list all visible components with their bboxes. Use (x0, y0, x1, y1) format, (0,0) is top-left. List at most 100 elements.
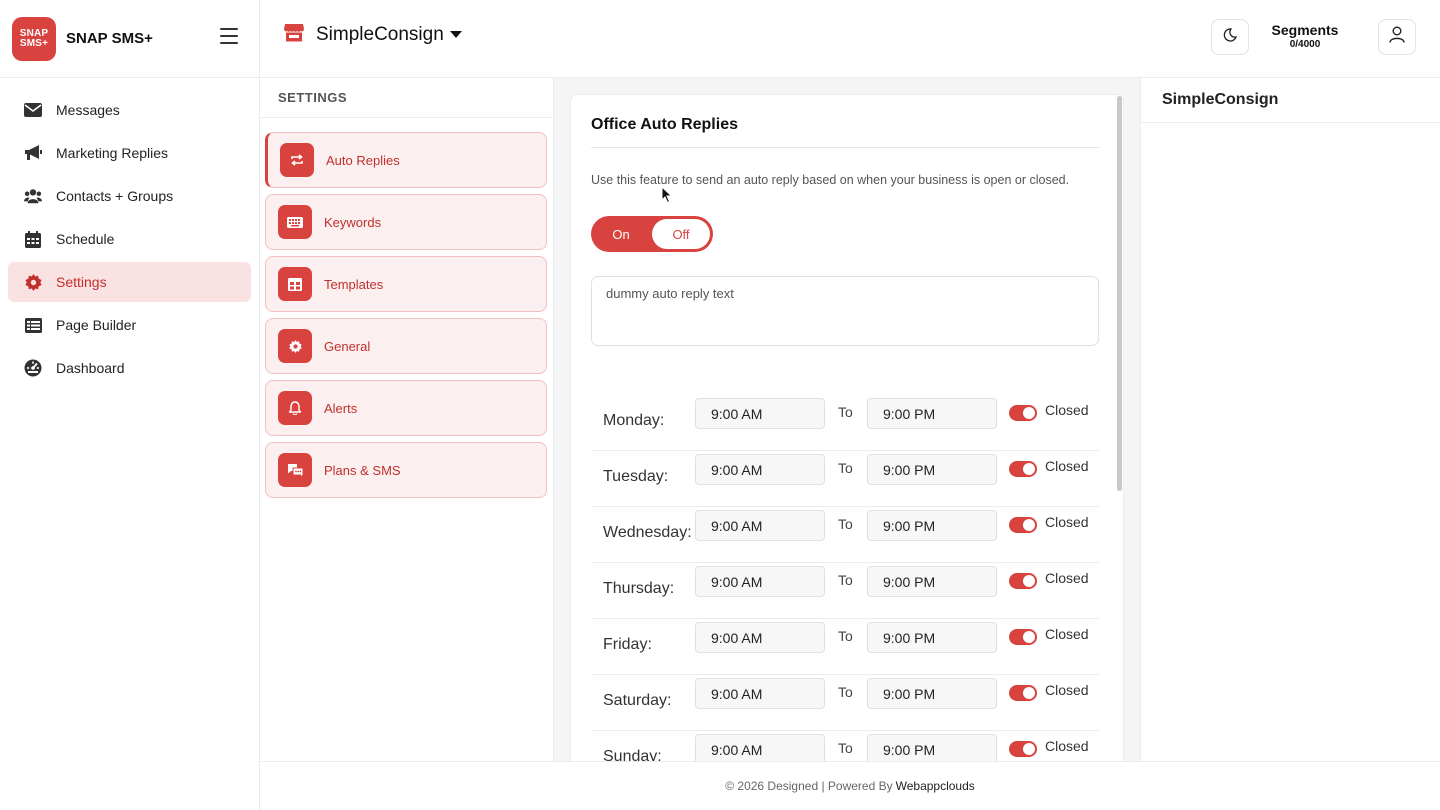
closed-label: Closed (1045, 514, 1089, 530)
repeat-icon (280, 143, 314, 177)
users-icon (24, 187, 42, 205)
sidebar-item-messages[interactable]: Messages (8, 90, 251, 130)
sidebar-item-contacts-groups[interactable]: Contacts + Groups (8, 176, 251, 216)
chat-icon (278, 453, 312, 487)
caret-down-icon (449, 31, 462, 38)
top-bar: SimpleConsign Segments 0/4000 (260, 0, 1440, 78)
sidebar-item-label: Settings (56, 274, 107, 290)
closed-switch[interactable] (1009, 517, 1037, 533)
close-time-input[interactable] (867, 454, 997, 485)
footer: © 2026 Designed | Powered By Webappcloud… (260, 761, 1440, 810)
to-label: To (838, 572, 853, 588)
open-time-input[interactable] (695, 734, 825, 761)
settings-item-plans-sms[interactable]: Plans & SMS (265, 442, 547, 498)
sidebar-item-marketing-replies[interactable]: Marketing Replies (8, 133, 251, 173)
close-time-input[interactable] (867, 398, 997, 429)
theme-toggle-button[interactable] (1211, 19, 1249, 55)
auto-reply-toggle[interactable]: On Off (591, 216, 713, 252)
menu-toggle-icon[interactable] (220, 28, 238, 44)
toggle-off-option[interactable]: Off (652, 219, 710, 249)
auto-reply-text-input[interactable]: dummy auto reply text (591, 276, 1099, 346)
closed-label: Closed (1045, 402, 1089, 418)
open-time-input[interactable] (695, 398, 825, 429)
sidebar-item-label: Schedule (56, 231, 115, 247)
settings-item-alerts[interactable]: Alerts (265, 380, 547, 436)
settings-list: Auto Replies Keywords Templates General … (260, 118, 553, 498)
user-menu-button[interactable] (1378, 19, 1416, 55)
open-time-input[interactable] (695, 622, 825, 653)
day-label: Thursday: (603, 580, 675, 597)
to-label: To (838, 516, 853, 532)
sidebar-nav: Messages Marketing Replies Contacts + Gr… (0, 78, 259, 388)
sidebar-item-label: Page Builder (56, 317, 137, 333)
day-label: Saturday: (603, 692, 672, 709)
card-description: Use this feature to send an auto reply b… (591, 173, 1070, 187)
to-label: To (838, 404, 853, 420)
day-row-tuesday: Tuesday: To Closed (591, 451, 1099, 507)
settings-heading: SETTINGS (260, 78, 553, 118)
sidebar-item-dashboard[interactable]: Dashboard (8, 348, 251, 388)
open-time-input[interactable] (695, 678, 825, 709)
day-label: Monday: (603, 412, 665, 429)
brand-name: SNAP SMS+ (66, 30, 153, 47)
calendar-icon (24, 230, 42, 248)
settings-item-label: Plans & SMS (324, 462, 401, 478)
settings-item-auto-replies[interactable]: Auto Replies (265, 132, 547, 188)
gauge-icon (24, 359, 42, 377)
close-time-input[interactable] (867, 622, 997, 653)
segments-title: Segments (1271, 22, 1339, 38)
sidebar-item-settings[interactable]: Settings (8, 262, 251, 302)
day-label: Wednesday: (603, 524, 692, 541)
day-label: Sunday: (603, 748, 662, 761)
settings-item-keywords[interactable]: Keywords (265, 194, 547, 250)
day-row-saturday: Saturday: To Closed (591, 675, 1099, 731)
close-time-input[interactable] (867, 734, 997, 761)
closed-switch[interactable] (1009, 405, 1037, 421)
sidebar-item-label: Marketing Replies (56, 145, 169, 161)
sidebar-item-label: Contacts + Groups (56, 188, 174, 204)
settings-item-label: Auto Replies (326, 152, 400, 168)
footer-link[interactable]: Webappclouds (896, 779, 975, 793)
open-time-input[interactable] (695, 510, 825, 541)
closed-switch[interactable] (1009, 741, 1037, 757)
closed-label: Closed (1045, 570, 1089, 586)
store-selector[interactable]: SimpleConsign (284, 22, 462, 47)
logo-line1: SNAP (19, 27, 49, 39)
day-row-sunday: Sunday: To Closed (591, 731, 1099, 761)
to-label: To (838, 460, 853, 476)
day-row-friday: Friday: To Closed (591, 619, 1099, 675)
sidebar-item-label: Messages (56, 102, 120, 118)
closed-switch[interactable] (1009, 461, 1037, 477)
close-time-input[interactable] (867, 566, 997, 597)
store-name: SimpleConsign (316, 23, 444, 45)
sidebar-item-schedule[interactable]: Schedule (8, 219, 251, 259)
to-label: To (838, 628, 853, 644)
mouse-cursor-icon (661, 185, 673, 209)
open-time-input[interactable] (695, 454, 825, 485)
moon-icon (1223, 27, 1238, 47)
to-label: To (838, 684, 853, 700)
closed-label: Closed (1045, 682, 1089, 698)
logo[interactable]: SNAP SMS+ (12, 16, 56, 61)
envelope-icon (24, 101, 42, 119)
closed-switch[interactable] (1009, 685, 1037, 701)
card-title: Office Auto Replies (591, 116, 738, 133)
scrollbar[interactable] (1117, 96, 1122, 491)
close-time-input[interactable] (867, 678, 997, 709)
settings-item-label: Keywords (324, 214, 382, 230)
closed-label: Closed (1045, 458, 1089, 474)
settings-item-templates[interactable]: Templates (265, 256, 547, 312)
keyboard-icon (278, 205, 312, 239)
closed-switch[interactable] (1009, 573, 1037, 589)
toggle-on-option[interactable]: On (591, 216, 651, 252)
footer-text: © 2026 Designed | Powered By (725, 779, 893, 793)
to-label: To (838, 740, 853, 756)
sidebar-item-page-builder[interactable]: Page Builder (8, 305, 251, 345)
open-time-input[interactable] (695, 566, 825, 597)
closed-switch[interactable] (1009, 629, 1037, 645)
settings-item-label: Alerts (324, 400, 358, 416)
right-panel-title: SimpleConsign (1141, 78, 1440, 123)
settings-item-general[interactable]: General (265, 318, 547, 374)
close-time-input[interactable] (867, 510, 997, 541)
segments-counter: Segments 0/4000 (1260, 22, 1350, 50)
